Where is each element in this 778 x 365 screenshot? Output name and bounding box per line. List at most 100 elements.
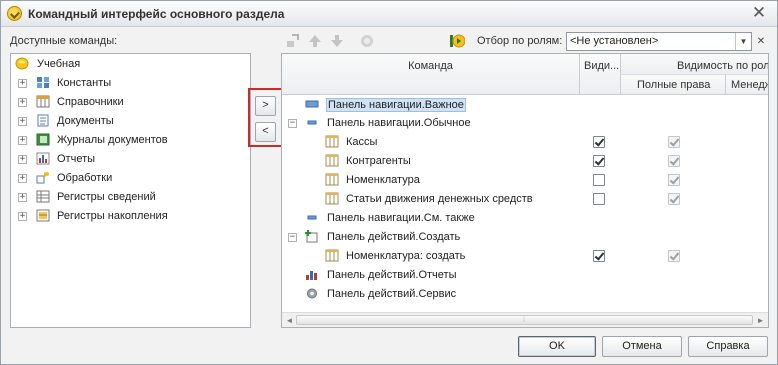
column-header-full-rights[interactable]: Полные права: [620, 74, 725, 95]
catalog-icon: [325, 249, 339, 262]
add-command-button[interactable]: >: [255, 96, 276, 116]
column-header-role-visibility[interactable]: Видимость по ролям: [620, 54, 769, 75]
tree-root[interactable]: Учебная: [11, 55, 250, 73]
tree-node[interactable]: + Отчеты: [11, 150, 250, 168]
info-registers-icon: [36, 190, 50, 203]
full-rights-checkbox[interactable]: [668, 174, 680, 186]
full-rights-checkbox[interactable]: [668, 193, 680, 205]
command-row[interactable]: Панель навигации.Важное: [282, 95, 768, 114]
title-bar: Командный интерфейс основного раздела ✕: [1, 1, 777, 27]
scroll-right-icon[interactable]: ►: [755, 315, 766, 326]
tree-root-label: Учебная: [37, 58, 81, 70]
clear-filter-icon[interactable]: ✕: [754, 32, 768, 51]
command-row[interactable]: − Панель навигации.Обычное: [282, 114, 768, 133]
catalog-icon: [325, 154, 339, 167]
command-row[interactable]: Панель действий.Отчеты: [282, 266, 768, 285]
catalog-icon: [325, 192, 339, 205]
move-down-icon[interactable]: [329, 33, 345, 49]
command-row[interactable]: Кассы: [282, 133, 768, 152]
dialog-window: Командный интерфейс основного раздела ✕ …: [0, 0, 778, 365]
tree-node[interactable]: + Журналы документов: [11, 131, 250, 149]
close-button[interactable]: ✕: [749, 4, 769, 22]
help-button[interactable]: Справка: [688, 336, 768, 357]
configuration-root-icon: [15, 57, 29, 70]
command-row[interactable]: Панель действий.Сервис: [282, 285, 768, 304]
nav-panel-important-icon: [305, 100, 319, 108]
processing-icon: [36, 172, 49, 184]
command-label: Номенклатура: [346, 174, 420, 186]
command-row[interactable]: Номенклатура: [282, 171, 768, 190]
catalogs-icon: [36, 95, 50, 108]
tree-node-label: Справочники: [57, 96, 124, 108]
documents-icon: [37, 114, 49, 127]
role-filter-value: <Не установлен>: [570, 35, 659, 47]
command-row[interactable]: Номенклатура: создать: [282, 247, 768, 266]
expand-icon[interactable]: +: [18, 193, 27, 202]
tree-node[interactable]: + Документы: [11, 112, 250, 130]
column-header-full-rights-label: Полные права: [637, 79, 711, 91]
action-reports-icon: [306, 271, 317, 280]
expand-icon[interactable]: +: [18, 136, 27, 145]
nav-panel-see-also-icon: [307, 215, 317, 220]
move-to-group-icon[interactable]: [284, 33, 300, 49]
open-role-filter-icon[interactable]: [449, 33, 465, 49]
command-label: Контрагенты: [346, 155, 411, 167]
ok-button[interactable]: OK: [518, 336, 596, 357]
tree-node-label: Обработки: [57, 172, 113, 184]
command-label: Кассы: [346, 136, 378, 148]
column-header-manager[interactable]: Менеджер: [725, 74, 768, 95]
collapse-icon[interactable]: −: [288, 119, 297, 128]
tree-node-label: Регистры накопления: [57, 210, 168, 222]
visible-checkbox[interactable]: [593, 250, 605, 262]
command-label: Панель действий.Сервис: [327, 288, 457, 300]
full-rights-checkbox[interactable]: [668, 155, 680, 167]
action-create-icon: [305, 230, 318, 243]
commands-table[interactable]: Команда Види... Видимость по ролям Полны…: [281, 53, 769, 328]
expand-icon[interactable]: +: [18, 174, 27, 183]
role-filter-select[interactable]: <Не установлен> ▼: [566, 32, 752, 51]
tree-node[interactable]: + Справочники: [11, 93, 250, 111]
command-label: Панель навигации.См. также: [327, 212, 475, 224]
column-header-role-visibility-label: Видимость по ролям: [677, 60, 769, 72]
scrollbar-grip-icon: ⁞: [523, 317, 525, 324]
tree-node[interactable]: + Регистры сведений: [11, 188, 250, 206]
cancel-button[interactable]: Отмена: [602, 336, 682, 357]
command-row[interactable]: Контрагенты: [282, 152, 768, 171]
accumulation-registers-icon: [36, 209, 50, 222]
catalog-icon: [325, 173, 339, 186]
command-row[interactable]: Статьи движения денежных средств: [282, 190, 768, 209]
tree-node[interactable]: + Обработки: [11, 169, 250, 187]
collapse-icon[interactable]: −: [288, 233, 297, 242]
tree-node[interactable]: + Константы: [11, 74, 250, 92]
command-label: Панель навигации.Важное: [326, 98, 466, 112]
visible-checkbox[interactable]: [593, 193, 605, 205]
horizontal-scrollbar[interactable]: ◄ ⁞ ►: [282, 312, 768, 327]
full-rights-checkbox[interactable]: [668, 136, 680, 148]
expand-icon[interactable]: +: [18, 212, 27, 221]
expand-icon[interactable]: +: [18, 117, 27, 126]
tree-node-label: Отчеты: [57, 153, 96, 165]
command-row[interactable]: − Панель действий.Создать: [282, 228, 768, 247]
full-rights-checkbox[interactable]: [668, 250, 680, 262]
scroll-left-icon[interactable]: ◄: [284, 315, 295, 326]
move-up-icon[interactable]: [307, 33, 323, 49]
scrollbar-thumb[interactable]: ⁞: [296, 315, 753, 325]
catalog-icon: [325, 135, 339, 148]
tree-node[interactable]: + Регистры накопления: [11, 207, 250, 225]
visible-checkbox[interactable]: [593, 155, 605, 167]
visible-checkbox[interactable]: [593, 136, 605, 148]
expand-icon[interactable]: +: [18, 155, 27, 164]
available-commands-tree[interactable]: Учебная + Константы + Справочники + Документы…: [10, 53, 251, 328]
remove-command-button[interactable]: <: [255, 122, 276, 142]
tree-node-label: Константы: [57, 77, 112, 89]
visible-checkbox[interactable]: [593, 174, 605, 186]
expand-icon[interactable]: +: [18, 98, 27, 107]
column-header-visible[interactable]: Види...: [579, 54, 620, 95]
column-header-command[interactable]: Команда: [282, 54, 579, 95]
command-label: Статьи движения денежных средств: [346, 193, 533, 205]
chevron-down-icon[interactable]: ▼: [735, 33, 751, 50]
refresh-icon[interactable]: [359, 33, 375, 49]
command-label: Номенклатура: создать: [346, 250, 466, 262]
command-row[interactable]: Панель навигации.См. также: [282, 209, 768, 228]
expand-icon[interactable]: +: [18, 79, 27, 88]
